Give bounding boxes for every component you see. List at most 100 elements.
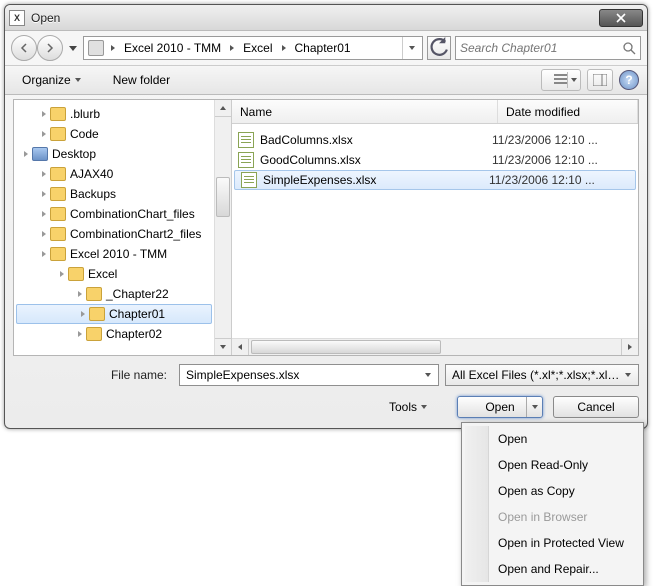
filename-label: File name: <box>13 368 173 382</box>
view-icon <box>554 74 568 86</box>
forward-button[interactable] <box>37 35 63 61</box>
menu-item[interactable]: Open and Repair... <box>465 556 640 582</box>
scroll-right-button[interactable] <box>621 339 638 355</box>
tree-node[interactable]: .blurb <box>14 104 214 124</box>
new-folder-label: New folder <box>113 73 170 87</box>
expander-icon[interactable] <box>56 271 68 277</box>
tree-node-label: Excel 2010 - TMM <box>70 247 167 261</box>
filter-dropdown[interactable] <box>620 366 636 384</box>
file-row[interactable]: SimpleExpenses.xlsx11/23/2006 12:10 ... <box>234 170 636 190</box>
filename-input[interactable] <box>186 368 420 382</box>
refresh-button[interactable] <box>427 36 451 60</box>
expander-icon[interactable] <box>74 291 86 297</box>
breadcrumb[interactable]: Chapter01 <box>291 37 355 59</box>
file-date: 11/23/2006 12:10 ... <box>489 173 629 187</box>
desktop-icon <box>32 147 48 161</box>
excel-file-icon <box>241 172 257 188</box>
back-button[interactable] <box>11 35 37 61</box>
filter-combo[interactable]: All Excel Files (*.xl*;*.xlsx;*.xlsm; <box>445 364 639 386</box>
expander-icon[interactable] <box>38 191 50 197</box>
folder-icon <box>86 287 102 301</box>
help-button[interactable]: ? <box>619 70 639 90</box>
excel-file-icon <box>238 132 254 148</box>
scroll-track[interactable] <box>215 117 231 338</box>
tree-node[interactable]: Chapter01 <box>16 304 212 324</box>
search-box[interactable] <box>455 36 641 60</box>
column-header-name[interactable]: Name <box>232 100 498 123</box>
file-name: BadColumns.xlsx <box>260 133 492 147</box>
scroll-thumb[interactable] <box>251 340 441 354</box>
scroll-up-button[interactable] <box>215 100 231 117</box>
expander-icon[interactable] <box>74 331 86 337</box>
chevron-right-icon[interactable] <box>227 37 237 59</box>
tree-node[interactable]: Backups <box>14 184 214 204</box>
tools-menu[interactable]: Tools <box>389 400 427 414</box>
menu-item[interactable]: Open <box>465 426 640 452</box>
cancel-label: Cancel <box>577 400 614 414</box>
breadcrumb[interactable]: Excel <box>239 37 276 59</box>
content-panes: .blurbCodeDesktopAJAX40BackupsCombinatio… <box>13 99 639 356</box>
open-label: Open <box>485 400 514 414</box>
search-icon <box>622 41 636 55</box>
title-bar[interactable]: X Open <box>5 5 647 31</box>
new-folder-button[interactable]: New folder <box>104 69 179 91</box>
filename-combo[interactable] <box>179 364 439 386</box>
tree-node-label: Desktop <box>52 147 96 161</box>
folder-icon <box>89 307 105 321</box>
bottom-controls: File name: All Excel Files (*.xl*;*.xlsx… <box>13 362 639 420</box>
tree-node-label: .blurb <box>70 107 100 121</box>
file-row[interactable]: BadColumns.xlsx11/23/2006 12:10 ... <box>232 130 638 150</box>
breadcrumb[interactable]: Excel 2010 - TMM <box>120 37 225 59</box>
scroll-thumb[interactable] <box>216 177 230 217</box>
expander-icon[interactable] <box>20 151 32 157</box>
folder-icon <box>50 207 66 221</box>
expander-icon[interactable] <box>38 111 50 117</box>
scroll-down-button[interactable] <box>215 338 231 355</box>
tree-node[interactable]: Code <box>14 124 214 144</box>
tree-node[interactable]: CombinationChart_files <box>14 204 214 224</box>
address-bar[interactable]: Excel 2010 - TMM Excel Chapter01 <box>83 36 423 60</box>
list-h-scrollbar[interactable] <box>232 338 638 355</box>
chevron-right-icon[interactable] <box>108 37 118 59</box>
tree-node[interactable]: CombinationChart2_files <box>14 224 214 244</box>
expander-icon[interactable] <box>38 251 50 257</box>
tree-node[interactable]: AJAX40 <box>14 164 214 184</box>
filter-text[interactable]: All Excel Files (*.xl*;*.xlsx;*.xlsm; <box>452 368 620 382</box>
open-button[interactable]: Open <box>457 396 543 418</box>
tree-scrollbar[interactable] <box>214 100 231 355</box>
file-row[interactable]: GoodColumns.xlsx11/23/2006 12:10 ... <box>232 150 638 170</box>
chevron-right-icon[interactable] <box>279 37 289 59</box>
view-mode-button[interactable] <box>541 69 581 91</box>
open-split-dropdown[interactable] <box>526 397 542 417</box>
expander-icon[interactable] <box>38 171 50 177</box>
tree-node[interactable]: Desktop <box>14 144 214 164</box>
search-input[interactable] <box>460 41 622 55</box>
close-button[interactable] <box>599 9 643 27</box>
scroll-left-button[interactable] <box>232 339 249 355</box>
preview-icon <box>593 74 607 86</box>
toolbar: Organize New folder ? <box>5 65 647 95</box>
organize-button[interactable]: Organize <box>13 69 90 91</box>
preview-pane-button[interactable] <box>587 69 613 91</box>
cancel-button[interactable]: Cancel <box>553 396 639 418</box>
computer-icon <box>88 40 104 56</box>
menu-item[interactable]: Open Read-Only <box>465 452 640 478</box>
tree-node[interactable]: Excel 2010 - TMM <box>14 244 214 264</box>
expander-icon[interactable] <box>77 311 89 317</box>
tree-node[interactable]: Chapter02 <box>14 324 214 344</box>
nav-history-dropdown[interactable] <box>69 46 77 51</box>
menu-item[interactable]: Open in Protected View <box>465 530 640 556</box>
filename-dropdown[interactable] <box>420 366 436 384</box>
expander-icon[interactable] <box>38 211 50 217</box>
folder-icon <box>50 247 66 261</box>
expander-icon[interactable] <box>38 131 50 137</box>
column-header-date[interactable]: Date modified <box>498 100 638 123</box>
tree-node[interactable]: _Chapter22 <box>14 284 214 304</box>
tree-node[interactable]: Excel <box>14 264 214 284</box>
address-dropdown[interactable] <box>402 37 420 59</box>
folder-icon <box>86 327 102 341</box>
scroll-track[interactable] <box>249 339 621 355</box>
expander-icon[interactable] <box>38 231 50 237</box>
open-dialog: X Open Excel 2010 - TMM Excel Chapter01 <box>4 4 648 429</box>
menu-item[interactable]: Open as Copy <box>465 478 640 504</box>
